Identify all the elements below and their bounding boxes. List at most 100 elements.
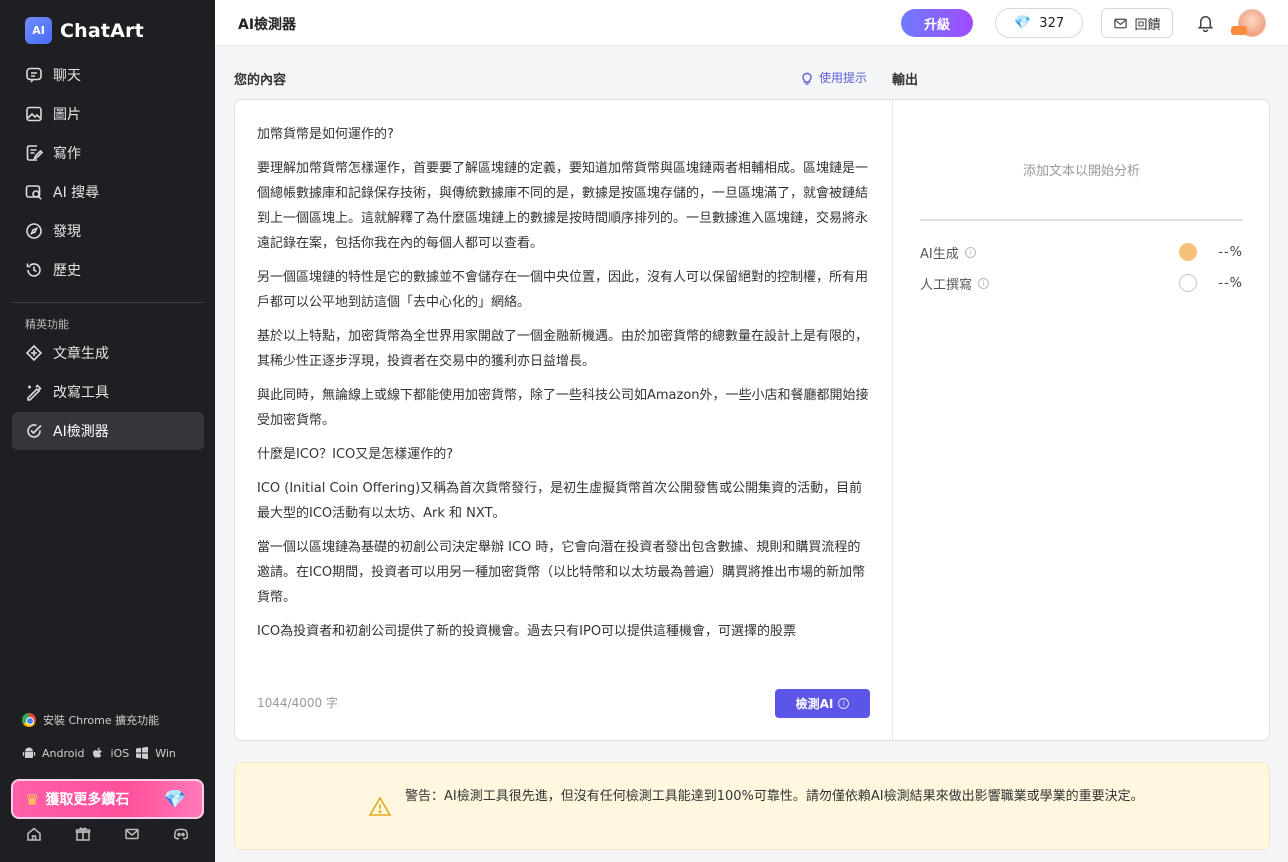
notifications-button[interactable] [1196, 13, 1215, 36]
usage-tips-link[interactable]: 使用提示 [800, 69, 867, 86]
sidebar-item-label: AI 搜尋 [53, 185, 100, 201]
sidebar-item-rewrite[interactable]: 改寫工具 [12, 373, 204, 411]
chrome-icon [22, 713, 36, 727]
panel-divider [892, 100, 893, 740]
windows-icon [136, 746, 149, 760]
detector-icon [25, 422, 43, 440]
image-icon [25, 105, 43, 123]
output-label: 輸出 [892, 73, 919, 88]
result-value: --% [1218, 244, 1243, 260]
content-textarea[interactable]: 加幣貨幣是如何運作的? 要理解加幣貨幣怎樣運作，首要要了解區塊鏈的定義，要知道加… [257, 122, 871, 667]
app-logo[interactable]: AI ChatArt [25, 17, 144, 44]
info-icon[interactable]: i [964, 246, 976, 258]
sidebar-item-discover[interactable]: 發現 [12, 212, 204, 250]
pro-nav: 文章生成 改寫工具 AI檢測器 [12, 334, 204, 451]
result-row-ai: AI生成 i --% [920, 242, 1243, 262]
content-paragraph: 另一個區塊鏈的特性是它的數據並不會儲存在一個中央位置，因此，沒有人可以保留絕對的… [257, 270, 869, 310]
sidebar-footer [0, 826, 215, 842]
get-more-gems-button[interactable]: ♛ 獲取更多鑽石 💎 [11, 779, 204, 819]
warning-icon [368, 795, 392, 823]
extension-label: 安裝 Chrome 擴充功能 [43, 714, 160, 727]
compass-icon [25, 222, 43, 240]
sidebar-item-article[interactable]: 文章生成 [12, 334, 204, 372]
human-indicator-dot [1179, 274, 1197, 292]
sidebar-item-label: 改寫工具 [53, 385, 109, 401]
detector-card: 加幣貨幣是如何運作的? 要理解加幣貨幣怎樣運作，首要要了解區塊鏈的定義，要知道加… [234, 99, 1270, 741]
info-icon: i [838, 698, 850, 709]
lightbulb-icon [802, 72, 812, 85]
discord-icon[interactable] [173, 826, 189, 842]
gift-icon[interactable] [75, 826, 91, 842]
article-icon [25, 344, 43, 362]
rewrite-icon [25, 383, 43, 401]
sidebar-item-write[interactable]: 寫作 [12, 134, 204, 172]
ai-indicator-dot [1179, 243, 1197, 261]
chat-icon [25, 66, 43, 84]
gem-count: 327 [1039, 15, 1065, 31]
sidebar-item-label: 歷史 [53, 263, 81, 279]
chrome-extension-link[interactable]: 安裝 Chrome 擴充功能 [22, 712, 159, 728]
gem-hand-icon: 💎 [163, 788, 186, 810]
sidebar-item-ai-search[interactable]: AI 搜尋 [12, 173, 204, 211]
history-icon [25, 261, 43, 279]
warning-banner: 警告：AI檢測工具很先進，但沒有任何檢測工具能達到100%可靠性。請勿僅依賴AI… [234, 762, 1270, 850]
sidebar-item-label: 發現 [53, 224, 81, 240]
vip-badge [1231, 26, 1247, 35]
home-icon[interactable] [26, 826, 42, 842]
feedback-button[interactable]: 回饋 [1101, 8, 1173, 38]
upgrade-button[interactable]: 升級 [901, 9, 973, 37]
content-paragraph: 當一個以區塊鏈為基礎的初創公司決定舉辦 ICO 時，它會向潛在投資者發出包含數據… [257, 540, 866, 605]
mail-icon[interactable] [124, 826, 140, 842]
mail-icon [1114, 18, 1128, 28]
sidebar: AI ChatArt 聊天 圖片 寫作 AI 搜尋 發現 歷史 精英功能 文章生… [0, 0, 215, 862]
platform-ios[interactable]: iOS [111, 747, 130, 760]
output-placeholder: 添加文本以開始分析 [1022, 164, 1140, 179]
sidebar-item-label: 圖片 [53, 107, 81, 123]
tips-label: 使用提示 [819, 71, 868, 85]
bell-icon [1197, 16, 1214, 33]
sidebar-item-label: 聊天 [53, 68, 81, 84]
top-bar: AI檢測器 升級 💎 327 回饋 [215, 0, 1288, 46]
android-icon [22, 747, 36, 758]
crown-icon: ♛ [25, 789, 40, 809]
input-label: 您的內容 [234, 73, 287, 88]
platform-android[interactable]: Android [42, 747, 85, 760]
content-paragraph: ICO (Initial Coin Offering)又稱為首次貨幣發行，是初生… [257, 481, 863, 521]
result-label: AI生成 [920, 246, 959, 262]
sidebar-item-chat[interactable]: 聊天 [12, 56, 204, 94]
sidebar-item-label: 文章生成 [53, 346, 109, 362]
logo-icon: AI [25, 17, 52, 44]
output-divider [920, 219, 1243, 221]
platform-links: Android iOS Win [22, 746, 176, 760]
content-paragraph: 什麼是ICO？ICO又是怎樣運作的? [257, 447, 454, 462]
apple-icon [92, 747, 102, 758]
promo-label: 獲取更多鑽石 [45, 792, 130, 808]
diamond-icon: 💎 [1013, 15, 1032, 31]
warning-text: 警告：AI檢測工具很先進，但沒有任何檢測工具能達到100%可靠性。請勿僅依賴AI… [405, 789, 1144, 804]
content-paragraph: ICO為投資者和初創公司提供了新的投資機會。過去只有IPO可以提供這種機會，可選… [257, 624, 797, 639]
result-value: --% [1218, 275, 1243, 291]
main-nav: 聊天 圖片 寫作 AI 搜尋 發現 歷史 [12, 56, 204, 290]
info-icon[interactable]: i [978, 277, 990, 289]
gem-balance[interactable]: 💎 327 [995, 8, 1083, 38]
detect-ai-button[interactable]: 檢測AI i [775, 689, 870, 718]
platform-windows[interactable]: Win [155, 747, 176, 760]
sidebar-item-label: AI檢測器 [53, 424, 109, 440]
result-row-human: 人工撰寫 i --% [920, 273, 1243, 293]
page-title: AI檢測器 [238, 17, 297, 33]
sidebar-item-label: 寫作 [53, 146, 81, 162]
feedback-label: 回饋 [1134, 17, 1161, 33]
sidebar-item-history[interactable]: 歷史 [12, 251, 204, 289]
result-name: AI生成 i [920, 243, 976, 262]
detect-label: 檢測AI [795, 697, 834, 711]
result-label: 人工撰寫 [920, 277, 973, 293]
sidebar-item-ai-detector[interactable]: AI檢測器 [12, 412, 204, 450]
section-label: 精英功能 [25, 318, 69, 331]
char-counter: 1044/4000 字 [257, 696, 338, 710]
sidebar-item-image[interactable]: 圖片 [12, 95, 204, 133]
content-paragraph: 要理解加幣貨幣怎樣運作，首要要了解區塊鏈的定義，要知道加幣貨幣與區塊鏈兩者相輔相… [257, 161, 869, 251]
app-name: ChatArt [60, 19, 144, 42]
write-icon [25, 144, 43, 162]
content-paragraph: 基於以上特點，加密貨幣為全世界用家開啟了一個金融新機遇。由於加密貨幣的總數量在設… [257, 329, 869, 369]
content-paragraph: 加幣貨幣是如何運作的? [257, 127, 394, 142]
